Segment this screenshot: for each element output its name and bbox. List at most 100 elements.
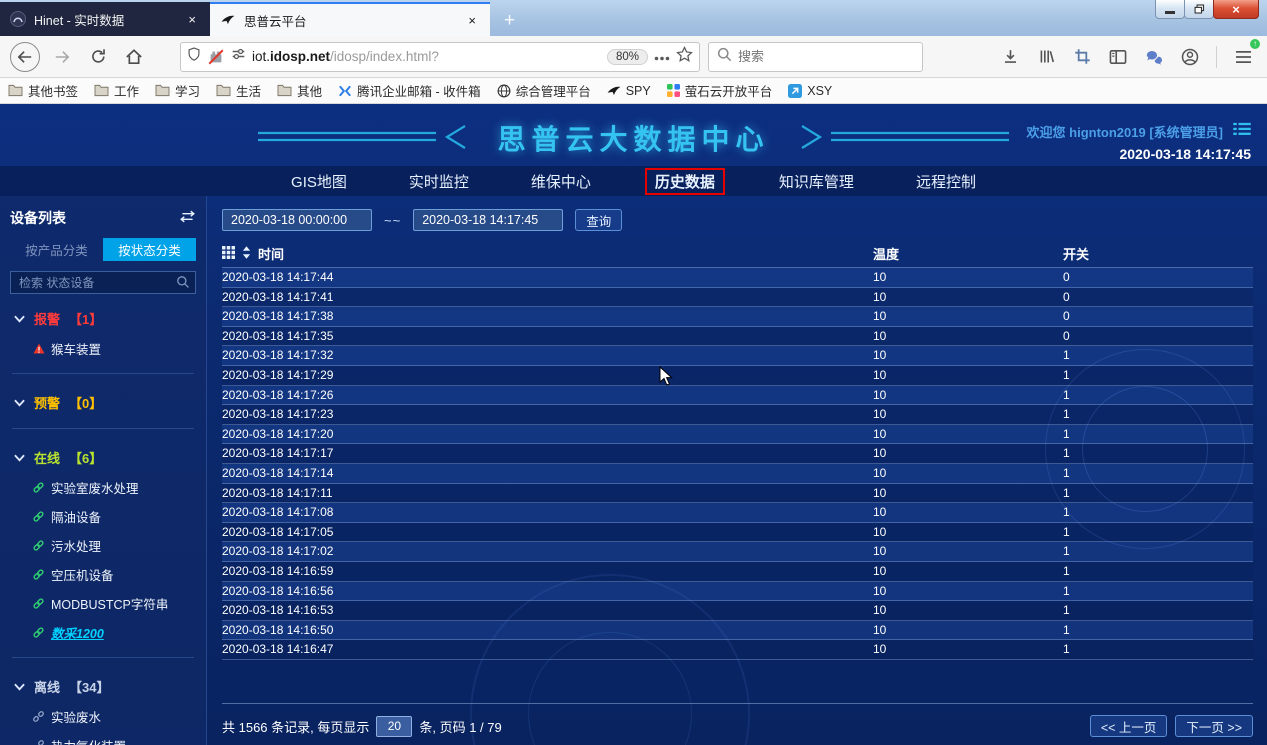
nav-tab-0[interactable]: GIS地图 xyxy=(283,168,355,195)
permissions-icon[interactable] xyxy=(231,47,246,66)
device-item[interactable]: 热力氧化装置 xyxy=(10,731,196,745)
table-row[interactable]: 2020-03-18 14:16:56101 xyxy=(222,582,1253,602)
home-icon[interactable] xyxy=(120,43,148,71)
tree-group-header[interactable]: 报警【1】 xyxy=(10,300,196,334)
menu-icon[interactable]: ↑ xyxy=(1229,43,1257,71)
table-row[interactable]: 2020-03-18 14:16:53101 xyxy=(222,601,1253,621)
table-cell: 2020-03-18 14:17:23 xyxy=(222,405,873,424)
device-name: 数采1200 xyxy=(51,623,104,642)
column-header-switch[interactable]: 开关 xyxy=(1063,244,1253,263)
bookmark-item[interactable]: SPY xyxy=(607,84,651,98)
tree-group-header[interactable]: 离线【34】 xyxy=(10,668,196,702)
sidebar-toggle-icon[interactable] xyxy=(1104,43,1132,71)
sidebar-tab-0[interactable]: 按产品分类 xyxy=(10,238,103,261)
table-row[interactable]: 2020-03-18 14:17:32101 xyxy=(222,346,1253,366)
table-cell: 0 xyxy=(1063,288,1253,307)
device-item[interactable]: MODBUSTCP字符串 xyxy=(10,589,196,618)
table-row[interactable]: 2020-03-18 14:17:41100 xyxy=(222,288,1253,308)
column-header-temperature[interactable]: 温度 xyxy=(873,244,1063,263)
bookmark-item[interactable]: 萤石云开放平台 xyxy=(667,81,773,100)
table-row[interactable]: 2020-03-18 14:17:23101 xyxy=(222,405,1253,425)
bookmark-item[interactable]: 综合管理平台 xyxy=(497,81,591,100)
columns-icon[interactable] xyxy=(222,246,235,262)
table-row[interactable]: 2020-03-18 14:17:14101 xyxy=(222,464,1253,484)
plugin-blocked-icon[interactable] xyxy=(207,48,225,66)
table-row[interactable]: 2020-03-18 14:16:47101 xyxy=(222,640,1253,660)
query-button[interactable]: 查询 xyxy=(575,209,622,231)
new-tab-button[interactable]: + xyxy=(490,10,529,36)
device-item[interactable]: 污水处理 xyxy=(10,531,196,560)
group-label: 离线 xyxy=(34,677,60,696)
device-item[interactable]: 隔油设备 xyxy=(10,502,196,531)
table-row[interactable]: 2020-03-18 14:17:11101 xyxy=(222,484,1253,504)
bookmark-item[interactable]: 工作 xyxy=(94,81,139,100)
browser-tab-sipu[interactable]: 思普云平台 × xyxy=(210,2,490,36)
restore-button[interactable] xyxy=(1184,0,1214,19)
device-item[interactable]: 猴车装置 xyxy=(10,334,196,363)
url-bar[interactable]: iot.idosp.net/idosp/index.html? 80% xyxy=(180,42,700,72)
table-row[interactable]: 2020-03-18 14:17:35100 xyxy=(222,327,1253,347)
zoom-level-badge[interactable]: 80% xyxy=(607,49,648,65)
shield-icon[interactable] xyxy=(187,46,201,67)
url-text[interactable]: iot.idosp.net/idosp/index.html? xyxy=(252,49,601,64)
bookmark-item[interactable]: 其他 xyxy=(277,81,322,100)
account-icon[interactable] xyxy=(1176,43,1204,71)
table-row[interactable]: 2020-03-18 14:17:17101 xyxy=(222,444,1253,464)
group-count: 【1】 xyxy=(69,309,102,328)
table-row[interactable]: 2020-03-18 14:17:29101 xyxy=(222,366,1253,386)
bookmark-item[interactable]: 学习 xyxy=(155,81,200,100)
bookmark-item[interactable]: 腾讯企业邮箱 - 收件箱 xyxy=(338,81,481,100)
prev-page-button[interactable]: << 上一页 xyxy=(1090,715,1168,737)
minimize-button[interactable] xyxy=(1155,0,1185,19)
swap-icon[interactable] xyxy=(179,210,196,226)
device-item[interactable]: 空压机设备 xyxy=(10,560,196,589)
table-row[interactable]: 2020-03-18 14:17:08101 xyxy=(222,503,1253,523)
back-icon[interactable] xyxy=(10,42,40,72)
device-item[interactable]: 实验室废水处理 xyxy=(10,473,196,502)
table-row[interactable]: 2020-03-18 14:16:50101 xyxy=(222,621,1253,641)
close-tab-icon[interactable]: × xyxy=(184,12,200,27)
device-item[interactable]: 实验废水 xyxy=(10,702,196,731)
start-datetime-input[interactable] xyxy=(222,209,372,231)
bookmark-item[interactable]: 生活 xyxy=(216,81,261,100)
next-page-button[interactable]: 下一页 >> xyxy=(1175,715,1253,737)
table-row[interactable]: 2020-03-18 14:17:02101 xyxy=(222,542,1253,562)
nav-tab-5[interactable]: 远程控制 xyxy=(908,168,984,195)
nav-tab-2[interactable]: 维保中心 xyxy=(523,168,599,195)
tree-group-header[interactable]: 在线【6】 xyxy=(10,439,196,473)
nav-tab-1[interactable]: 实时监控 xyxy=(401,168,477,195)
search-input[interactable] xyxy=(738,49,888,64)
table-row[interactable]: 2020-03-18 14:17:26101 xyxy=(222,386,1253,406)
bookmark-item[interactable]: XSY xyxy=(788,84,832,98)
device-search-input[interactable] xyxy=(10,271,196,294)
page-size-input[interactable] xyxy=(376,716,412,737)
end-datetime-input[interactable] xyxy=(413,209,563,231)
search-bar[interactable] xyxy=(708,42,923,72)
nav-tab-3[interactable]: 历史数据 xyxy=(645,168,725,195)
forward-icon[interactable] xyxy=(48,43,76,71)
library-icon[interactable] xyxy=(1032,43,1060,71)
bookmark-item[interactable]: 其他书签 xyxy=(8,81,78,100)
close-tab-icon[interactable]: × xyxy=(464,13,480,28)
device-item[interactable]: 数采1200 xyxy=(10,618,196,647)
menu-list-icon[interactable] xyxy=(1233,122,1251,141)
screenshot-icon[interactable] xyxy=(1068,43,1096,71)
table-row[interactable]: 2020-03-18 14:16:59101 xyxy=(222,562,1253,582)
sidebar-tab-1[interactable]: 按状态分类 xyxy=(103,238,196,261)
table-row[interactable]: 2020-03-18 14:17:38100 xyxy=(222,307,1253,327)
table-row[interactable]: 2020-03-18 14:17:20101 xyxy=(222,425,1253,445)
reload-icon[interactable] xyxy=(84,43,112,71)
nav-tab-4[interactable]: 知识库管理 xyxy=(771,168,862,195)
sort-icon[interactable] xyxy=(242,246,251,262)
search-icon[interactable] xyxy=(176,275,190,292)
page-actions-icon[interactable] xyxy=(654,48,670,66)
table-row[interactable]: 2020-03-18 14:17:05101 xyxy=(222,523,1253,543)
column-header-time[interactable]: 时间 xyxy=(258,244,284,263)
table-row[interactable]: 2020-03-18 14:17:44100 xyxy=(222,268,1253,288)
chat-bubbles-icon[interactable] xyxy=(1140,43,1168,71)
downloads-icon[interactable] xyxy=(996,43,1024,71)
close-window-button[interactable]: × xyxy=(1213,0,1259,19)
tree-group-header[interactable]: 预警【0】 xyxy=(10,384,196,418)
bookmark-star-icon[interactable] xyxy=(676,46,693,68)
browser-tab-hinet[interactable]: Hinet - 实时数据 × xyxy=(0,2,210,36)
